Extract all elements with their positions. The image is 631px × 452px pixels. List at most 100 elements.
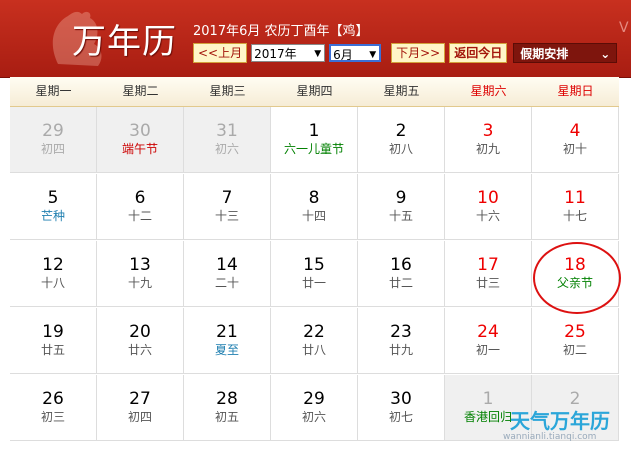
day-number: 12 xyxy=(42,255,64,275)
edge-decoration: V xyxy=(619,20,629,36)
lunar-date: 初七 xyxy=(388,410,413,424)
day-cell[interactable]: 22 廿八 xyxy=(271,308,358,374)
lunar-date: 初十 xyxy=(562,142,587,156)
lunar-date: 十六 xyxy=(475,209,500,223)
day-number: 27 xyxy=(129,389,151,409)
day-cell[interactable]: 1 六一儿童节 xyxy=(271,107,358,173)
lunar-date: 廿八 xyxy=(301,343,326,357)
day-cell[interactable]: 12 十八 xyxy=(10,241,97,307)
dropdown-arrow-icon: ▼ xyxy=(314,49,322,59)
day-cell[interactable]: 5 芒种 xyxy=(10,174,97,240)
lunar-date: 廿三 xyxy=(475,276,500,290)
lunar-date: 初八 xyxy=(388,142,413,156)
day-cell[interactable]: 25 初二 xyxy=(532,308,619,374)
day-number: 15 xyxy=(303,255,325,275)
weekday-label: 星期一 xyxy=(35,84,72,98)
lunar-date: 初六 xyxy=(301,410,326,424)
holiday-schedule-button[interactable]: 假期安排 ⌄ xyxy=(513,43,618,63)
lunar-date: 十九 xyxy=(127,276,152,290)
year-select-value: 2017年 xyxy=(254,47,297,61)
lunar-date: 六一儿童节 xyxy=(283,142,344,156)
lunar-date: 初六 xyxy=(214,142,239,156)
day-cell[interactable]: 8 十四 xyxy=(271,174,358,240)
day-number: 30 xyxy=(129,121,151,141)
day-number: 9 xyxy=(395,188,407,208)
day-number: 28 xyxy=(216,389,238,409)
day-number: 5 xyxy=(47,188,59,208)
day-number: 22 xyxy=(303,322,325,342)
day-cell[interactable]: 9 十五 xyxy=(358,174,445,240)
day-number: 8 xyxy=(308,188,320,208)
day-cell[interactable]: 15 廿一 xyxy=(271,241,358,307)
next-month-button[interactable]: 下月>> xyxy=(391,43,446,63)
lunar-date: 廿一 xyxy=(301,276,326,290)
day-number: 23 xyxy=(390,322,412,342)
watermark-brand: 天气万年历 xyxy=(510,409,610,433)
day-number: 29 xyxy=(42,121,64,141)
day-number: 24 xyxy=(477,322,499,342)
day-cell[interactable]: 31 初六 xyxy=(184,107,271,173)
day-number: 11 xyxy=(564,188,586,208)
day-cell[interactable]: 19 廿五 xyxy=(10,308,97,374)
highlight-circle xyxy=(533,242,621,314)
day-cell[interactable]: 14 二十 xyxy=(184,241,271,307)
lunar-date: 十四 xyxy=(301,209,326,223)
calendar-controls: <<上月 2017年 ▼ 6月 ▼ 下月>> 返回今日 假期安排 ⌄ xyxy=(193,42,618,64)
calendar-header: 万年历 2017年6月 农历丁酉年【鸡】 <<上月 2017年 ▼ 6月 ▼ 下… xyxy=(0,0,631,78)
lunar-date: 廿九 xyxy=(388,343,413,357)
lunar-date: 十七 xyxy=(562,209,587,223)
day-cell[interactable]: 16 廿二 xyxy=(358,241,445,307)
day-number: 29 xyxy=(303,389,325,409)
day-cell[interactable]: 29 初四 xyxy=(10,107,97,173)
lunar-date: 初二 xyxy=(562,343,587,357)
weekday-header: 星期一 星期二 星期三 星期四 星期五 星期六 星期日 xyxy=(10,77,619,107)
holiday-schedule-label: 假期安排 xyxy=(520,47,569,61)
today-button[interactable]: 返回今日 xyxy=(449,43,508,63)
month-select[interactable]: 6月 ▼ xyxy=(329,44,382,62)
day-number: 7 xyxy=(221,188,233,208)
day-cell[interactable]: 3 初九 xyxy=(445,107,532,173)
day-cell[interactable]: 11 十七 xyxy=(532,174,619,240)
lunar-date: 初九 xyxy=(475,142,500,156)
day-number: 31 xyxy=(216,121,238,141)
day-cell[interactable]: 4 初十 xyxy=(532,107,619,173)
weekday-label: 星期六 xyxy=(470,84,507,98)
lunar-year-info: 2017年6月 农历丁酉年【鸡】 xyxy=(193,24,369,39)
day-cell[interactable]: 20 廿六 xyxy=(97,308,184,374)
day-cell[interactable]: 21 夏至 xyxy=(184,308,271,374)
weekday-label: 星期二 xyxy=(122,84,159,98)
prev-month-button[interactable]: <<上月 xyxy=(193,43,248,63)
lunar-date: 初四 xyxy=(40,142,65,156)
day-cell[interactable]: 17 廿三 xyxy=(445,241,532,307)
day-cell[interactable]: 27 初四 xyxy=(97,375,184,441)
watermark-url: wannianli.tianqi.com xyxy=(503,432,597,442)
weekday-label: 星期日 xyxy=(557,84,594,98)
year-select[interactable]: 2017年 ▼ xyxy=(251,44,326,62)
day-cell[interactable]: 10 十六 xyxy=(445,174,532,240)
lunar-date: 十八 xyxy=(40,276,65,290)
day-cell[interactable]: 7 十三 xyxy=(184,174,271,240)
day-cell[interactable]: 26 初三 xyxy=(10,375,97,441)
day-cell[interactable]: 24 初一 xyxy=(445,308,532,374)
day-number: 3 xyxy=(482,121,494,141)
calendar-grid: 29 初四 30 端午节 31 初六 1 六一儿童节 2 初八 3 初九 4 初十 5 芒种 6 十二 7 十三 8 十四… xyxy=(10,107,619,452)
day-number: 21 xyxy=(216,322,238,342)
day-cell[interactable]: 23 廿九 xyxy=(358,308,445,374)
lunar-date: 廿二 xyxy=(388,276,413,290)
weekday-label: 星期四 xyxy=(296,84,333,98)
chevron-down-icon: ⌄ xyxy=(600,47,611,61)
day-number: 2 xyxy=(395,121,407,141)
lunar-date: 芒种 xyxy=(40,209,65,223)
day-cell[interactable]: 2 初八 xyxy=(358,107,445,173)
day-cell[interactable]: 13 十九 xyxy=(97,241,184,307)
lunar-date: 端午节 xyxy=(121,142,158,156)
day-number: 17 xyxy=(477,255,499,275)
day-cell[interactable]: 30 端午节 xyxy=(97,107,184,173)
day-cell[interactable]: 29 初六 xyxy=(271,375,358,441)
day-cell[interactable]: 30 初七 xyxy=(358,375,445,441)
day-number: 14 xyxy=(216,255,238,275)
day-cell[interactable]: 6 十二 xyxy=(97,174,184,240)
day-cell[interactable]: 28 初五 xyxy=(184,375,271,441)
weekday-label: 星期五 xyxy=(383,84,420,98)
day-number: 6 xyxy=(134,188,146,208)
